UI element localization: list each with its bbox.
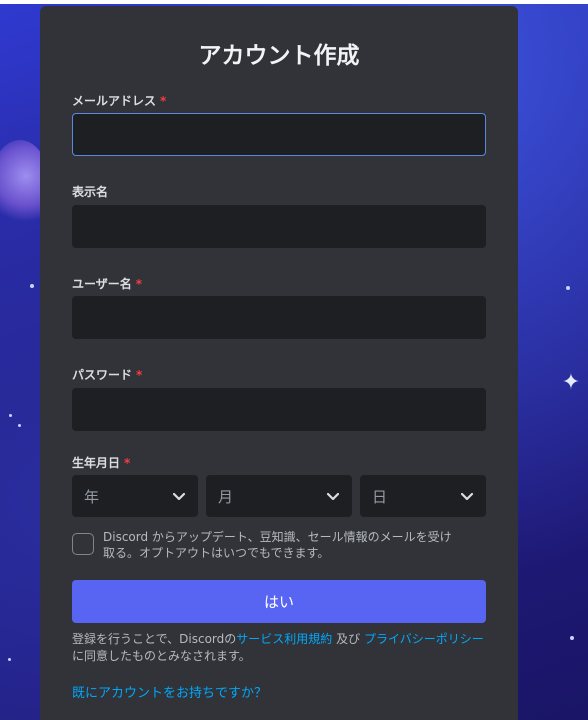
chevron-down-icon [326,492,340,501]
opt-in-label: Discord からアップデート、豆知識、セール情報のメールを受け取る。オプトア… [103,530,452,560]
required-mark: * [160,94,167,108]
email-field-wrapper [72,113,486,156]
display-name-field[interactable] [73,206,485,247]
terms-middle: 及び [332,632,364,646]
birth-year-select[interactable]: 年 [72,475,198,517]
birth-day-placeholder: 日 [372,487,388,506]
required-mark: * [136,368,143,382]
background-star [30,284,34,288]
privacy-policy-link[interactable]: プライバシーポリシー [364,632,484,646]
background-star [570,636,574,640]
background-star [566,286,570,290]
register-card: アカウント作成 メールアドレス * 表示名 ユーザー名 * パスワード * 生年月日 *… [40,6,518,720]
email-label: メールアドレス * [72,94,167,108]
username-field[interactable] [73,297,485,338]
background-star [18,424,21,427]
opt-in-checkbox[interactable] [72,533,94,555]
email-field[interactable] [73,114,485,155]
display-name-label: 表示名 [72,185,109,199]
login-link[interactable]: 既にアカウントをお持ちですか？ [72,682,267,701]
page-title: アカウント作成 [198,43,360,69]
required-mark: * [124,456,131,470]
username-field-wrapper [72,296,486,339]
password-field-wrapper [72,388,486,431]
background-star [8,658,11,661]
birth-day-select[interactable]: 日 [360,475,486,517]
birth-month-select[interactable]: 月 [206,475,352,517]
sparkle-icon: ✦ [561,370,581,395]
chevron-down-icon [460,492,474,501]
display-name-field-wrapper [72,205,486,248]
username-label: ユーザー名 * [72,277,143,291]
background-star [9,414,12,417]
submit-button[interactable]: はい [72,580,486,623]
birth-year-placeholder: 年 [84,487,100,506]
required-mark: * [135,277,143,291]
terms-suffix: に同意したものとみなされます。 [72,649,251,663]
top-edge [0,0,588,4]
password-label: パスワード * [72,368,143,382]
chevron-down-icon [172,492,186,501]
terms-notice: 登録を行うことで、Discordのサービス利用規約 及び プライバシーポリシーに… [72,631,492,665]
terms-of-service-link[interactable]: サービス利用規約 [236,632,332,646]
terms-prefix: 登録を行うことで、Discordの [72,632,237,646]
birth-month-placeholder: 月 [218,487,234,506]
birthdate-label: 生年月日 * [72,456,131,470]
password-field[interactable] [73,389,485,430]
